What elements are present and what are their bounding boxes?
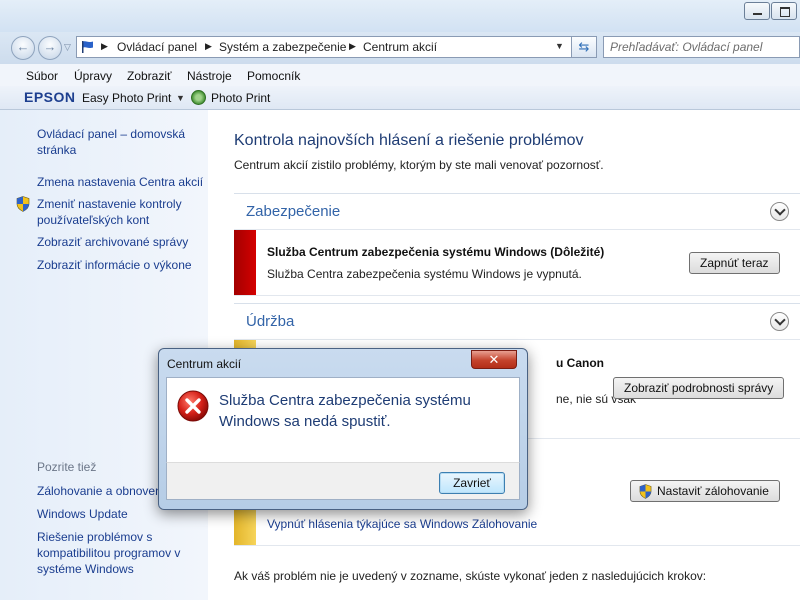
arrow-right-icon: → bbox=[43, 39, 57, 54]
window-titlebar bbox=[0, 0, 800, 32]
sidebar-link-compatibility-troubleshooter[interactable]: Riešenie problémov s kompatibilitou prog… bbox=[37, 529, 180, 577]
sidebar-link-archived-messages[interactable]: Zobraziť archivované správy bbox=[37, 234, 188, 250]
forward-button[interactable]: → bbox=[38, 36, 62, 60]
photo-print-icon bbox=[191, 90, 206, 105]
dialog-footer: Zavrieť bbox=[166, 462, 520, 500]
sidebar-link-change-settings[interactable]: Zmena nastavenia Centra akcií bbox=[37, 174, 203, 190]
address-bar[interactable]: ▶ Ovládací panel ▶ Systém a zabezpečenie… bbox=[76, 36, 597, 58]
collapse-chevron-icon[interactable] bbox=[770, 312, 789, 331]
easy-photo-print-button[interactable]: Easy Photo Print bbox=[82, 91, 171, 105]
minimize-button[interactable] bbox=[744, 2, 770, 20]
epson-logo: EPSON bbox=[24, 89, 76, 105]
dialog-body: Služba Centra zabezpečenia systému Windo… bbox=[166, 377, 520, 462]
page-title: Kontrola najnovších hlásení a riešenie p… bbox=[234, 132, 584, 149]
sidebar-link-uac-settings[interactable]: Zmeniť nastavenie kontroly používateľský… bbox=[37, 196, 182, 228]
dialog-close-button[interactable]: ✕ bbox=[471, 350, 517, 369]
chevron-down-icon[interactable]: ▼ bbox=[176, 93, 185, 103]
security-alert-row: Služba Centrum zabezpečenia systému Wind… bbox=[234, 229, 800, 296]
view-report-details-button[interactable]: Zobraziť podrobnosti správy bbox=[613, 377, 785, 399]
uac-shield-icon bbox=[639, 484, 652, 499]
see-also-heading: Pozrite tiež bbox=[37, 460, 97, 474]
arrow-left-icon: ← bbox=[16, 39, 30, 54]
link-line: Zálohovanie a obnovenie bbox=[37, 484, 172, 498]
breadcrumb-separator[interactable]: ▶ bbox=[205, 41, 212, 52]
link-line: Windows Update bbox=[37, 507, 128, 521]
close-icon: ✕ bbox=[488, 352, 500, 367]
sidebar-link-control-panel-home[interactable]: Ovládací panel – domovská stránka bbox=[37, 126, 185, 158]
breadcrumb-separator[interactable]: ▶ bbox=[101, 41, 108, 52]
link-line: stránka bbox=[37, 143, 77, 157]
breadcrumb-system-security[interactable]: Systém a zabezpečenie bbox=[219, 40, 346, 54]
epson-toolbar: EPSON Easy Photo Print ▼ Photo Print bbox=[0, 86, 800, 110]
set-up-backup-button[interactable]: Nastaviť zálohovanie bbox=[630, 480, 780, 502]
link-line: Riešenie problémov s bbox=[37, 530, 153, 544]
breadcrumb-control-panel[interactable]: Ovládací panel bbox=[117, 40, 197, 54]
section-maintenance-label: Údržba bbox=[246, 313, 295, 330]
set-up-backup-label: Nastaviť zálohovanie bbox=[657, 484, 769, 498]
breadcrumb-separator[interactable]: ▶ bbox=[349, 41, 356, 52]
link-line: Zobraziť informácie o výkone bbox=[37, 258, 192, 272]
link-line: používateľských kont bbox=[37, 213, 150, 227]
back-button[interactable]: ← bbox=[11, 36, 35, 60]
menu-help[interactable]: Pomocník bbox=[247, 69, 300, 83]
help-prompt-text: Ak váš problém nie je uvedený v zozname,… bbox=[234, 569, 707, 583]
search-input[interactable] bbox=[604, 37, 774, 57]
sidebar-link-windows-update[interactable]: Windows Update bbox=[37, 506, 128, 522]
dialog-message: Služba Centra zabezpečenia systému Windo… bbox=[219, 392, 471, 430]
uac-shield-icon bbox=[16, 196, 30, 212]
link-line: Ovládací panel – domovská bbox=[37, 127, 186, 141]
maximize-button[interactable] bbox=[771, 2, 797, 20]
address-dropdown-icon[interactable]: ▼ bbox=[555, 41, 564, 51]
menu-file[interactable]: Súbor bbox=[26, 69, 58, 83]
link-line: kompatibilitou programov v bbox=[37, 546, 181, 560]
recent-pages-dropdown[interactable]: ▽ bbox=[64, 42, 71, 53]
menu-view[interactable]: Zobraziť bbox=[127, 69, 172, 83]
sidebar-link-performance-info[interactable]: Zobraziť informácie o výkone bbox=[37, 257, 192, 273]
section-security-label: Zabezpečenie bbox=[246, 203, 341, 220]
section-maintenance-header[interactable]: Údržba bbox=[234, 303, 800, 339]
refresh-button[interactable]: ⇆ bbox=[571, 36, 597, 58]
link-line: systéme Windows bbox=[37, 562, 134, 576]
menu-edit[interactable]: Úpravy bbox=[74, 69, 112, 83]
alert-description: Služba Centra zabezpečenia systému Windo… bbox=[267, 267, 582, 281]
dialog-close-action-button[interactable]: Zavrieť bbox=[439, 472, 505, 494]
page-subtitle: Centrum akcií zistilo problémy, ktorým b… bbox=[234, 158, 604, 172]
error-dialog: Centrum akcií ✕ Služba Centra zabezpečen… bbox=[158, 348, 528, 510]
menu-tools[interactable]: Nástroje bbox=[187, 69, 232, 83]
link-line: Zobraziť archivované správy bbox=[37, 235, 189, 249]
turn-off-backup-messages-link[interactable]: Vypnúť hlásenia týkajúce sa Windows Zálo… bbox=[267, 517, 537, 531]
link-line: Zmeniť nastavenie kontroly bbox=[37, 197, 182, 211]
error-icon bbox=[177, 390, 209, 422]
sidebar-link-backup-restore[interactable]: Zálohovanie a obnovenie bbox=[37, 483, 171, 499]
action-center-flag-icon bbox=[82, 41, 93, 53]
link-line: Zmena nastavenia Centra akcií bbox=[37, 175, 204, 189]
section-security-header[interactable]: Zabezpečenie bbox=[234, 193, 800, 229]
search-box bbox=[603, 36, 800, 58]
dialog-title: Centrum akcií bbox=[167, 357, 242, 371]
severity-bar-critical bbox=[234, 230, 256, 295]
photo-print-button[interactable]: Photo Print bbox=[211, 91, 270, 105]
turn-on-now-button[interactable]: Zapnúť teraz bbox=[689, 252, 780, 274]
collapse-chevron-icon[interactable] bbox=[770, 202, 789, 221]
alert-title: Služba Centrum zabezpečenia systému Wind… bbox=[267, 245, 605, 259]
breadcrumb-action-center[interactable]: Centrum akcií bbox=[363, 40, 437, 54]
menu-bar: Súbor Úpravy Zobraziť Nástroje Pomocník bbox=[0, 64, 800, 86]
refresh-icon: ⇆ bbox=[578, 39, 590, 54]
alert-title-partial: u Canon bbox=[556, 356, 604, 370]
